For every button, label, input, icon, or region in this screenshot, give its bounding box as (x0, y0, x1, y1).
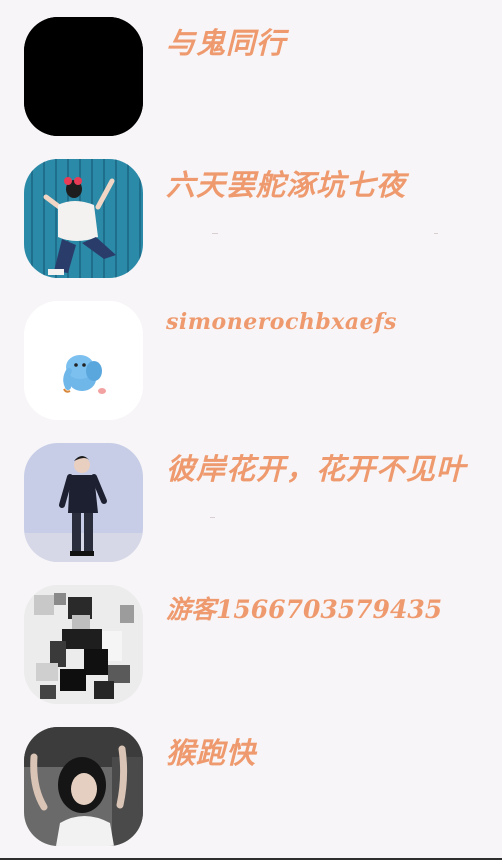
man-standing-icon (24, 443, 143, 562)
divider-speck (210, 517, 215, 518)
blue-cartoon-elephant-icon (24, 301, 143, 420)
avatar[interactable] (24, 443, 143, 562)
contact-row[interactable]: 游客1566703579435 (0, 568, 502, 710)
avatar[interactable] (24, 301, 143, 420)
avatar[interactable] (24, 585, 143, 704)
divider-speck (212, 233, 218, 234)
avatar[interactable] (24, 159, 143, 278)
contact-name: 彼岸花开，花开不见叶 (166, 452, 467, 486)
contact-name: 游客1566703579435 (166, 595, 443, 624)
girl-climbing-wall-icon (24, 159, 143, 278)
woman-in-car-icon (24, 727, 143, 846)
contact-row[interactable]: 六天罢舵涿坑七夜 (0, 142, 502, 284)
contact-name: 猴跑快 (166, 736, 257, 770)
contact-row[interactable]: 猴跑快 (0, 710, 502, 852)
divider-speck (434, 233, 438, 234)
avatar[interactable] (24, 727, 143, 846)
contact-name: 六天罢舵涿坑七夜 (166, 168, 407, 202)
black-avatar-icon (24, 17, 143, 136)
contact-name: simonerochbxaefs (166, 309, 397, 335)
contact-list: 与鬼同行 六天罢舵涿坑七夜 simonerochbxaefs 彼岸花开，花开不见… (0, 0, 502, 860)
contact-row[interactable]: 与鬼同行 (0, 0, 502, 142)
contact-name: 与鬼同行 (166, 26, 287, 60)
pixelated-man-icon (24, 585, 143, 704)
contact-row[interactable]: 彼岸花开，花开不见叶 (0, 426, 502, 568)
contact-row[interactable]: simonerochbxaefs (0, 284, 502, 426)
avatar[interactable] (24, 17, 143, 136)
